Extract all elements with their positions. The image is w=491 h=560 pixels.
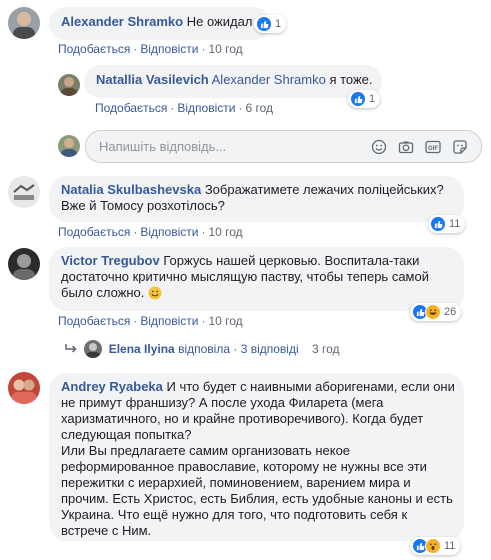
reaction-summary[interactable]: 11: [428, 215, 466, 233]
comment-text-line: реформированное православие, которому не…: [61, 459, 427, 474]
comment-text-line: Вже й Томосу розхотілось?: [61, 198, 225, 213]
avatar[interactable]: [8, 248, 40, 280]
like-link[interactable]: Подобається: [95, 101, 167, 115]
wow-reaction-icon: [425, 538, 441, 554]
reply-link[interactable]: Відповісти: [140, 42, 198, 56]
comment-text-line: И что будет с наивными аборигенами, если…: [166, 379, 455, 394]
haha-reaction-icon: [425, 304, 441, 320]
timestamp[interactable]: 6 год: [245, 101, 273, 115]
avatar[interactable]: [8, 176, 40, 208]
separator: ·: [133, 42, 138, 56]
separator: ·: [170, 101, 175, 115]
comment-author[interactable]: Natalia Skulbashevska: [61, 182, 201, 197]
comment-author[interactable]: Natallia Vasilevich: [96, 72, 209, 87]
avatar[interactable]: [8, 7, 40, 39]
comment-text-line: Горжусь нашей церковью. Воспитала-таки: [163, 253, 420, 268]
emoji-icon[interactable]: [371, 139, 387, 155]
mention-link[interactable]: Alexander Shramko: [212, 72, 326, 87]
comment-text: я тоже.: [329, 72, 373, 87]
reaction-summary[interactable]: 1: [348, 90, 381, 108]
replier-name: Elena Ilyina: [108, 342, 175, 356]
timestamp[interactable]: 10 год: [208, 42, 242, 56]
reply-time: 3 год: [311, 342, 340, 356]
comment-actions: Подобається · Відповісти · 10 год: [58, 42, 243, 56]
like-link[interactable]: Подобається: [58, 314, 130, 328]
gif-icon[interactable]: GIF: [425, 139, 441, 155]
comment-text-line: было сложно.: [61, 285, 145, 300]
comment-text-line: Зображатимете лежачих поліцейських?: [204, 182, 444, 197]
reaction-summary[interactable]: 11: [410, 537, 461, 555]
reaction-count: 11: [449, 218, 461, 230]
timestamp[interactable]: 10 год: [208, 225, 242, 239]
comment-bubble: Andrey Ryabeka И что будет с наивными аб…: [49, 373, 464, 541]
comment-bubble: Natallia Vasilevich Alexander Shramko я …: [84, 65, 382, 98]
replies-count: 3 відповіді: [240, 342, 299, 356]
avatar[interactable]: [8, 372, 40, 404]
reaction-count: 26: [444, 306, 457, 318]
like-reaction-icon: [350, 91, 366, 107]
current-user-avatar: [58, 135, 80, 157]
reaction-count: 11: [444, 540, 456, 552]
comment-text-line: достаточно критично мыслящую паству, что…: [61, 269, 429, 284]
reply-link[interactable]: Відповісти: [140, 314, 198, 328]
svg-text:GIF: GIF: [428, 146, 438, 152]
comment-text-line: следующая попытка?: [61, 427, 192, 442]
separator: ·: [201, 42, 206, 56]
reply-arrow-icon: [64, 343, 78, 358]
separator: ·: [133, 225, 138, 239]
separator: ·: [201, 314, 206, 328]
reply-link[interactable]: Відповісти: [177, 101, 235, 115]
like-link[interactable]: Подобається: [58, 225, 130, 239]
view-replies-link[interactable]: Elena Ilyina відповіла · 3 відповіді 3 г…: [64, 340, 340, 358]
comment-text-line: встрече с Ним.: [61, 523, 152, 538]
comment-author[interactable]: Victor Tregubov: [61, 253, 160, 268]
replier-avatar: [84, 340, 103, 358]
reaction-count: 1: [275, 18, 282, 30]
comment-bubble: Alexander Shramko Не ожидал: [49, 7, 270, 40]
like-reaction-icon: [430, 216, 446, 232]
separator: ·: [238, 101, 243, 115]
replied-verb: відповіла: [178, 342, 230, 356]
reaction-count: 1: [369, 93, 376, 105]
comment-actions: Подобається · Відповісти · 10 год: [58, 225, 243, 239]
separator: ·: [133, 314, 138, 328]
timestamp[interactable]: 10 год: [208, 314, 242, 328]
comment-bubble: Victor Tregubov Горжусь нашей церковью. …: [49, 247, 464, 311]
comment-bubble: Natalia Skulbashevska Зображатимете лежа…: [49, 176, 464, 222]
comment-text-line: не примут франшизу? А после ухода Филаре…: [61, 395, 384, 410]
comment-author[interactable]: Alexander Shramko: [61, 14, 183, 29]
reaction-summary[interactable]: 26: [410, 303, 462, 321]
separator: ·: [233, 342, 238, 356]
smile-emoji-icon: [148, 286, 162, 304]
reply-link[interactable]: Відповісти: [140, 225, 198, 239]
comment-text-line: харизматичного, но и крайне противоречив…: [61, 411, 424, 426]
comment-author[interactable]: Andrey Ryabeka: [61, 379, 163, 394]
comment-text-line: Украина. Что ещё нужно для того, что под…: [61, 507, 408, 522]
like-reaction-icon: [256, 16, 272, 32]
comment-text-line: Или Вы предлагаете самим организовать не…: [61, 443, 351, 458]
comment-text: Не ожидал: [186, 14, 253, 29]
separator: ·: [201, 225, 206, 239]
avatar[interactable]: [58, 74, 80, 96]
reply-input[interactable]: Напишіть відповідь... GIF: [85, 130, 482, 163]
reply-input-placeholder: Напишіть відповідь...: [99, 139, 227, 154]
reaction-summary[interactable]: 1: [254, 15, 287, 33]
sticker-icon[interactable]: [452, 139, 468, 155]
comment-actions: Подобається · Відповісти · 10 год: [58, 314, 243, 328]
comment-actions: Подобається · Відповісти · 6 год: [95, 101, 273, 115]
camera-icon[interactable]: [398, 139, 414, 155]
comment-text-line: прочим. Есть Христос, есть Библия, есть …: [61, 491, 453, 506]
comment-text-line: пережитки с иерархией, поминовением, вар…: [61, 475, 411, 490]
like-link[interactable]: Подобається: [58, 42, 130, 56]
